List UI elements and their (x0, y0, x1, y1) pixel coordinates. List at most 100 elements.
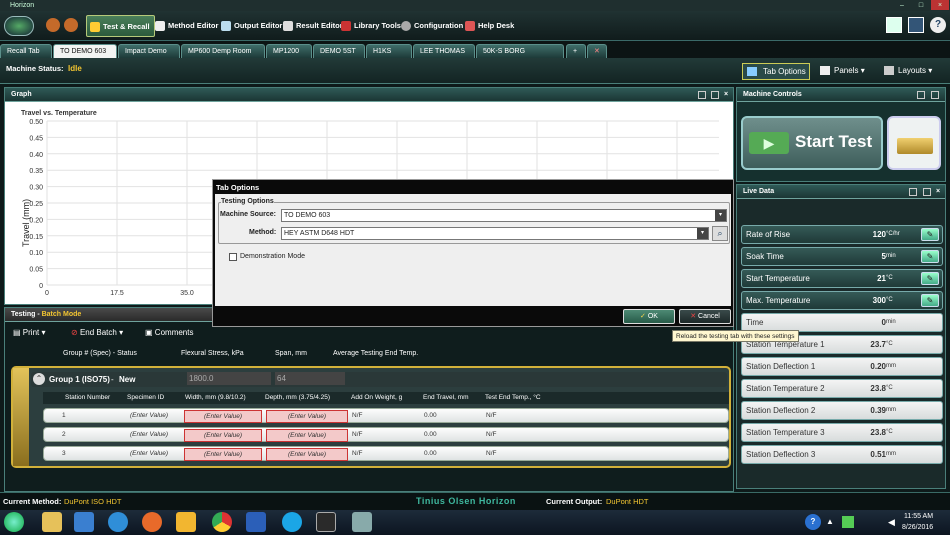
edit-icon[interactable]: ✎ (921, 294, 939, 307)
specimen-w-cell[interactable]: (Enter Value) (184, 448, 262, 461)
live-close-icon[interactable]: × (936, 185, 940, 199)
network-tray-icon[interactable] (842, 516, 854, 528)
machine-controls-maximize-icon[interactable] (931, 91, 939, 99)
y-tick-label: 0 (39, 283, 43, 290)
clock-time[interactable]: 11:55 AM (904, 513, 933, 520)
group-header-row: Group # (Spec) - Status Flexural Stress,… (63, 350, 419, 357)
word-icon[interactable] (246, 512, 266, 532)
end-batch-icon: ⊘ (71, 328, 78, 337)
menu-test-recall[interactable]: Test & Recall (86, 15, 155, 37)
specimen-w-cell[interactable]: (Enter Value) (184, 429, 262, 442)
maximize-button[interactable]: □ (912, 0, 930, 10)
graph-close-icon[interactable]: × (724, 88, 728, 102)
specimen-w-cell[interactable]: (Enter Value) (184, 410, 262, 423)
live-value: 0.51 (870, 450, 886, 459)
help-tray-icon[interactable]: ? (805, 514, 821, 530)
media-player-icon[interactable] (74, 512, 94, 532)
ok-button[interactable]: ✓ OK (623, 309, 675, 324)
menu-method-editor[interactable]: Method Editor (152, 15, 222, 37)
specimen-d-cell[interactable]: (Enter Value) (266, 448, 348, 461)
tab-demo-5st[interactable]: DEMO 5ST (313, 44, 365, 58)
panels-button[interactable]: Panels ▾ (818, 63, 870, 80)
clock-date[interactable]: 8/26/2016 (902, 524, 933, 531)
window-title: Horizon (10, 2, 35, 9)
tab-lee-thomas[interactable]: LEE THOMAS (413, 44, 475, 58)
tab-50k-borg[interactable]: 50K-S BORG WARNER (476, 44, 564, 69)
live-maximize-icon[interactable] (923, 188, 931, 196)
help-icon[interactable]: ? (930, 17, 946, 33)
close-button[interactable]: × (931, 0, 949, 10)
cancel-icon: ✕ (690, 313, 697, 320)
comments-button[interactable]: ▣ Comments (145, 328, 193, 337)
tab-options-button[interactable]: Tab Options (742, 63, 810, 80)
layouts-button[interactable]: Layouts ▾ (882, 63, 944, 80)
back-button[interactable] (46, 18, 60, 32)
tab-impact-demo[interactable]: Impact Demo (118, 44, 180, 58)
machine-source-select[interactable]: TO DEMO 603 ▾ (281, 209, 727, 222)
menu-configuration[interactable]: Configuration (398, 15, 467, 37)
demonstration-mode-checkbox[interactable] (229, 253, 237, 261)
edit-icon[interactable]: ✎ (921, 228, 939, 241)
printer-icon: ▤ (13, 328, 21, 337)
app-logo-icon[interactable] (4, 16, 34, 36)
start-button[interactable] (4, 512, 24, 532)
method-search-icon[interactable]: ⌕ (712, 226, 728, 241)
chrome-icon[interactable] (212, 512, 232, 532)
specimen-id-cell[interactable]: (Enter Value) (130, 448, 180, 461)
menu-help-desk[interactable]: Help Desk (462, 15, 518, 37)
specimen-id-cell[interactable]: (Enter Value) (130, 410, 180, 423)
internet-explorer-icon[interactable] (108, 512, 128, 532)
display-icon[interactable] (908, 17, 924, 33)
tools-taskbar-icon[interactable] (352, 512, 372, 532)
live-label: Station Deflection 2 (746, 406, 816, 415)
forward-button[interactable] (64, 18, 78, 32)
graph-edit-icon[interactable] (698, 91, 706, 99)
result-editor-icon (283, 21, 293, 31)
specimen-d-cell[interactable]: (Enter Value) (266, 429, 348, 442)
tab-mp600[interactable]: MP600 Demp Room (181, 44, 265, 58)
collapse-group-icon[interactable]: ⌃ (33, 373, 45, 385)
edit-icon[interactable]: ✎ (921, 272, 939, 285)
dialog-title: Tab Options (216, 183, 260, 192)
live-value: 23.7 (870, 340, 886, 349)
menu-library-tools[interactable]: Library Tools (338, 15, 405, 37)
machine-controls-settings-icon[interactable] (917, 91, 925, 99)
live-edit-icon[interactable] (909, 188, 917, 196)
firefox-icon[interactable] (142, 512, 162, 532)
specimen-aw-cell: N/F (352, 412, 363, 419)
tray-arrow-icon[interactable]: ▲ (826, 517, 834, 526)
tab-recall[interactable]: Recall Tab (0, 44, 52, 58)
outlook-icon[interactable] (176, 512, 196, 532)
window-titlebar: Horizon – □ × (0, 0, 950, 11)
cancel-button[interactable]: ✕ Cancel (679, 309, 731, 324)
explorer-icon[interactable] (42, 512, 62, 532)
specimen-row[interactable]: 2 (Enter Value) (Enter Value) (Enter Value)… (43, 427, 729, 442)
volume-tray-icon[interactable]: ◀ (888, 517, 895, 528)
specimen-id-cell[interactable]: (Enter Value) (130, 429, 180, 442)
graph-maximize-icon[interactable] (711, 91, 719, 99)
screenshot-icon[interactable] (886, 17, 902, 33)
add-tab-button[interactable]: + (566, 44, 586, 58)
tinius-olsen-logo: Tinius Olsen Horizon (416, 496, 516, 506)
end-batch-button[interactable]: ⊘ End Batch ▾ (71, 328, 123, 337)
specimen-fixture-button[interactable] (887, 116, 941, 170)
edit-icon[interactable]: ✎ (921, 250, 939, 263)
remove-tab-button[interactable]: ✕ (587, 44, 607, 58)
tab-to-demo-603[interactable]: TO DEMO 603 × (53, 44, 117, 69)
tab-h1ks[interactable]: H1KS (366, 44, 412, 58)
specimen-row[interactable]: 1 (Enter Value) (Enter Value) (Enter Value)… (43, 408, 729, 423)
specimen-d-cell[interactable]: (Enter Value) (266, 410, 348, 423)
specimen-row[interactable]: 3 (Enter Value) (Enter Value) (Enter Value)… (43, 446, 729, 461)
dialog-body: Testing Options Machine Source: TO DEMO … (215, 194, 731, 306)
start-test-button[interactable]: ▶ Start Test (741, 116, 883, 170)
horizon-taskbar-icon[interactable] (316, 512, 336, 532)
method-select[interactable]: HEY ASTM D648 HDT ▾ (281, 227, 709, 240)
print-button[interactable]: ▤ Print ▾ (13, 328, 46, 337)
menu-result-editor[interactable]: Result Editor (280, 15, 347, 37)
skype-icon[interactable] (282, 512, 302, 532)
tab-mp1200[interactable]: MP1200 (266, 44, 312, 58)
live-data-row: Rate of Rise 120 °C/hr ✎ (741, 225, 943, 244)
minimize-button[interactable]: – (893, 0, 911, 10)
menu-output-editor[interactable]: Output Editor (218, 15, 286, 37)
live-data-row: Max. Temperature 300 °C ✎ (741, 291, 943, 310)
